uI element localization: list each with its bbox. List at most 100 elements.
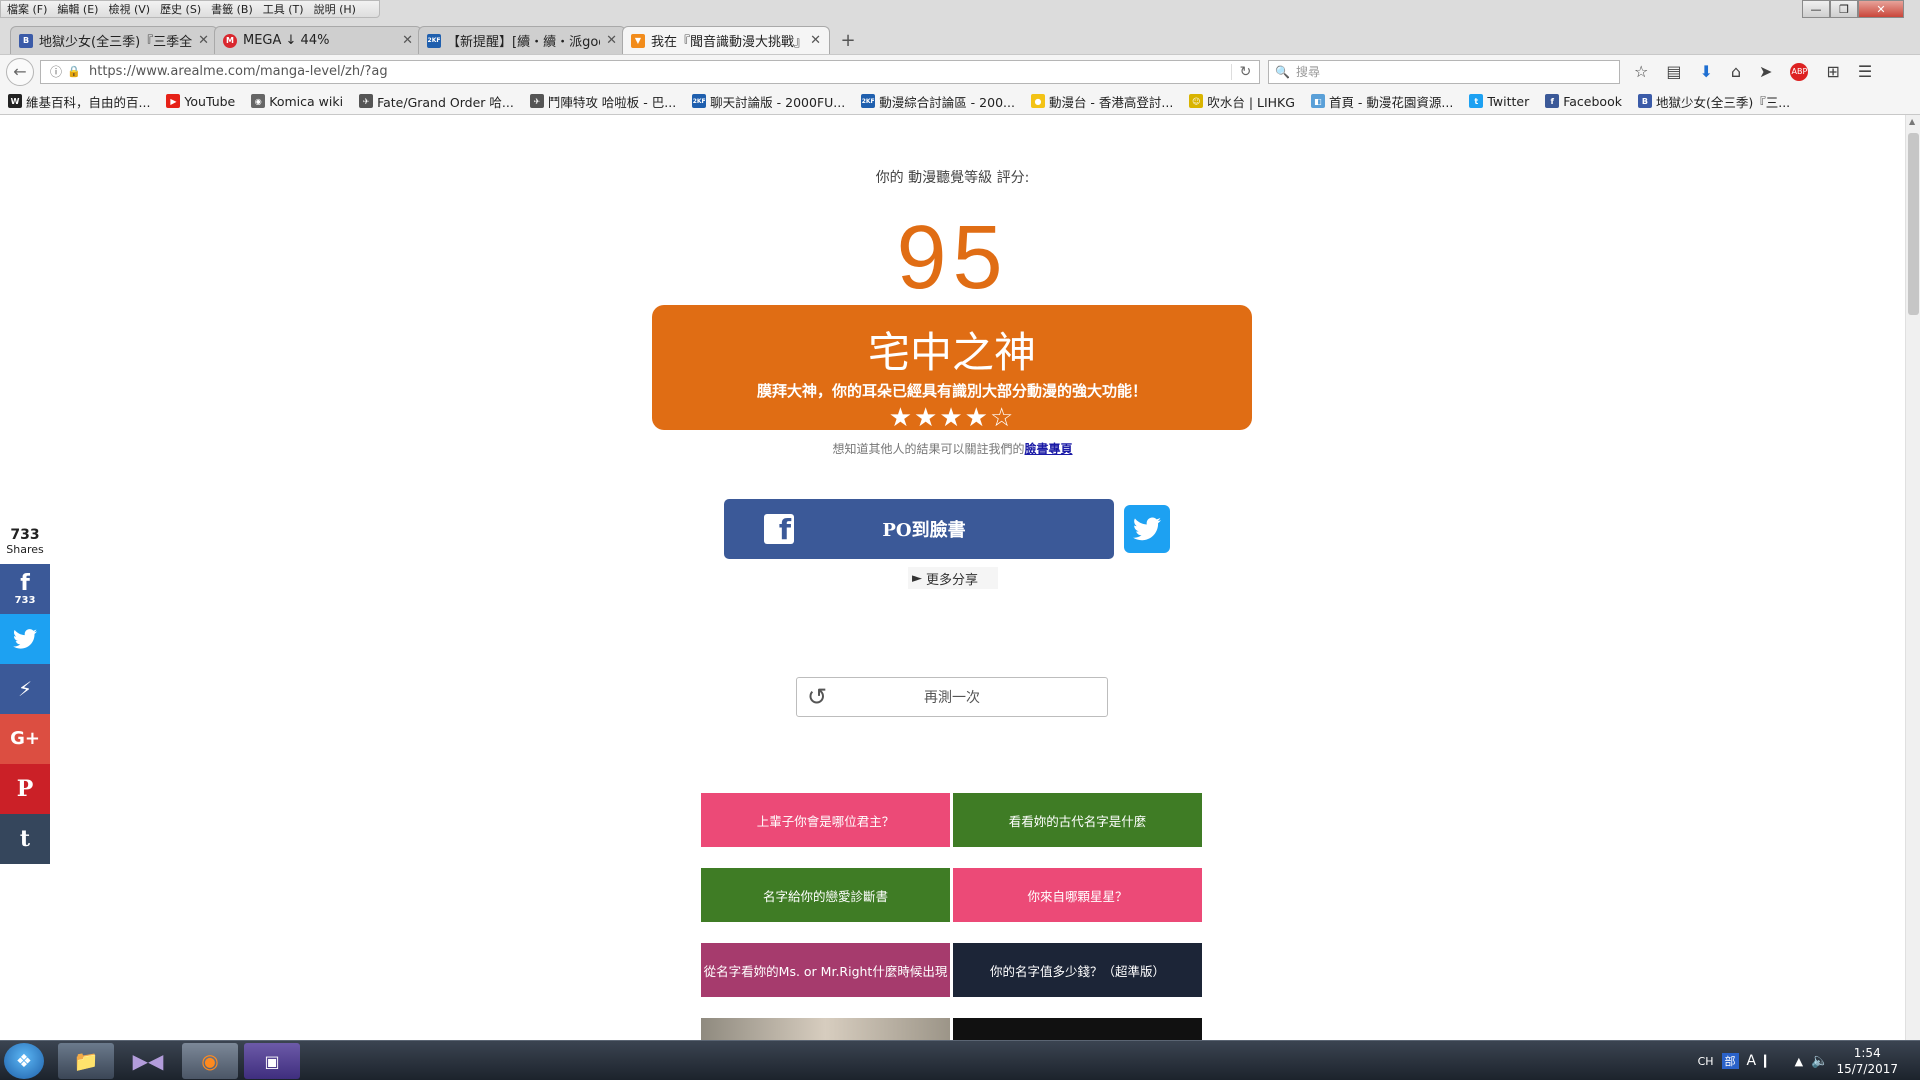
send-icon[interactable]: ➤ [1759,62,1772,81]
url-bar[interactable]: ⓘ 🔒 https://www.arealme.com/manga-level/… [40,59,1260,84]
visual-studio-icon[interactable]: ▶◀ [120,1043,176,1079]
bookmark-item[interactable]: 2KF 動漫綜合討論區 - 200... [861,92,1015,111]
rank-card: 宅中之神 膜拜大神，你的耳朵已經具有識別大部分動漫的強大功能！ ★★★★☆ [652,305,1252,433]
menu-view[interactable]: 檢視 (V) [108,1,150,17]
retry-button[interactable]: ↺ 再測一次 [796,677,1108,717]
menu-edit[interactable]: 編輯 (E) [57,1,98,17]
bookmark-item[interactable]: 2KF 聊天討論版 - 2000FU... [692,92,845,111]
sidebar-pinterest-button[interactable]: P [0,764,50,814]
bookmark-item[interactable]: ✈ Fate/Grand Order 哈... [359,92,514,111]
search-input[interactable]: 🔍 搜尋 [1268,59,1620,84]
new-tab-button[interactable]: + [834,26,862,54]
bookmark-item[interactable]: ✈ 鬥陣特攻 哈啦板 - 巴... [529,92,676,111]
bookmark-item[interactable]: B 地獄少女(全三季)『三... [1637,92,1790,111]
bookmark-item[interactable]: W 維基百科，自由的百... [8,92,150,111]
start-button[interactable]: ❖ [4,1043,44,1079]
menu-help[interactable]: 說明 (H) [314,1,356,17]
scroll-up-icon[interactable]: ▲ [1909,117,1915,126]
file-explorer-icon[interactable]: 📁 [58,1043,114,1079]
tab-close-icon[interactable]: ✕ [810,33,821,48]
bookmark-item[interactable]: ● 動漫台 - 香港高登討... [1030,92,1173,111]
menu-file[interactable]: 檔案 (F) [7,1,47,17]
ime-icon[interactable]: 部 [1721,1053,1739,1069]
rank-description: 膜拜大神，你的耳朵已經具有識別大部分動漫的強大功能！ [756,382,1147,400]
url-text[interactable]: https://www.arealme.com/manga-level/zh/?… [83,64,1231,79]
tab-close-icon[interactable]: ✕ [402,33,413,48]
browser-tab[interactable]: M MEGA ↓ 44% ✕ [214,26,422,54]
more-share-label: 更多分享 [926,572,979,588]
facebook-icon: f [764,514,794,544]
tab-close-icon[interactable]: ✕ [198,33,209,48]
bookmark-item[interactable]: ◧ 首頁 - 動漫花園資源... [1310,92,1454,111]
home-icon[interactable]: ⌂ [1731,62,1741,81]
adblock-icon[interactable]: ABP [1790,62,1809,81]
browser-tab-active[interactable]: ▼ 我在『聞音識動漫大挑戰』中 ✕ [622,26,830,54]
ime-width-icon[interactable]: ▎ [1764,1055,1772,1068]
ime-mode-icon[interactable]: A [1747,1053,1757,1069]
close-window-button[interactable]: ✕ [1858,0,1904,18]
browser-tab[interactable]: 2KF 【新提醒】[續・續・派goo ✕ [418,26,626,54]
language-indicator[interactable]: CH [1698,1055,1714,1068]
bookmark-star-icon[interactable]: ☆ [1634,62,1648,81]
volume-icon[interactable]: 🔈 [1811,1053,1828,1069]
system-tray: CH 部 A ▎ ▲ 🔈 1:54 15/7/2017 [1698,1041,1920,1081]
related-quiz-link[interactable]: 看看妳的古代名字是什麼 [953,793,1202,847]
bookmark-item[interactable]: ☺ 吹水台 | LIHKG [1189,92,1295,111]
show-hidden-icons[interactable]: ▲ [1795,1055,1803,1068]
menu-tools[interactable]: 工具 (T) [263,1,304,17]
tab-favicon-icon: M [223,33,237,48]
bookmark-label: 吹水台 | LIHKG [1207,94,1295,110]
info-icon[interactable]: ⓘ [47,63,65,80]
sidebar-messenger-button[interactable]: ⚡ [0,664,50,714]
browser-tab[interactable]: B 地獄少女(全三季)『三季全78 ✕ [10,26,218,54]
related-quiz-link[interactable]: 名字給你的戀愛診斷書 [701,868,950,922]
facebook-page-link[interactable]: 臉書專頁 [1025,442,1073,456]
firefox-icon[interactable]: ◉ [182,1043,238,1079]
related-quiz-link[interactable]: 你來自哪顆星星？ [953,868,1202,922]
bookmark-item[interactable]: ◉ Komica wiki [251,94,343,109]
related-quiz-thumbnail[interactable] [701,1018,950,1040]
twitch-icon[interactable]: ▣ [244,1043,300,1079]
sidebar-tumblr-button[interactable]: t [0,814,50,864]
page-content: 你的 動漫聽覺等級 評分: 95 宅中之神 膜拜大神，你的耳朵已經具有識別大部分… [0,115,1905,1040]
bookmark-label: 聊天討論版 - 2000FU... [710,94,846,110]
minimize-button[interactable]: — [1802,0,1830,18]
clock[interactable]: 1:54 15/7/2017 [1836,1045,1898,1077]
crop-icon[interactable]: ⊞ [1826,62,1839,81]
bookmark-label: 維基百科，自由的百... [26,94,151,110]
download-icon[interactable]: ⬇ [1699,62,1712,81]
reload-icon[interactable]: ↻ [1231,63,1259,80]
hamburger-menu-icon[interactable]: ☰ [1858,62,1872,81]
related-quiz-thumbnail[interactable] [953,1018,1202,1040]
sidebar-googleplus-button[interactable]: G+ [0,714,50,764]
bookmark-item[interactable]: t Twitter [1469,94,1529,109]
bookmark-item[interactable]: ▶ YouTube [166,94,235,109]
share-icon: ► [912,570,922,586]
facebook-count: 733 [14,594,36,606]
sidebar-twitter-button[interactable] [0,614,50,664]
related-quiz-link[interactable]: 你的名字值多少錢？（超準版） [953,943,1202,997]
reading-list-icon[interactable]: ▤ [1666,62,1681,81]
bookmark-label: 首頁 - 動漫花園資源... [1328,94,1454,110]
restore-button[interactable]: ❐ [1830,0,1858,18]
messenger-icon: ⚡ [17,677,33,701]
clock-time: 1:54 [1853,1046,1881,1060]
bookmark-item[interactable]: f Facebook [1545,94,1622,109]
bookmark-favicon-icon: W [8,94,22,108]
more-share-button[interactable]: ► 更多分享 [908,567,998,589]
page-scrollbar[interactable]: ▲ [1905,115,1920,1040]
tab-close-icon[interactable]: ✕ [606,33,617,48]
toolbar-icons: ☆ ▤ ⬇ ⌂ ➤ ABP ⊞ ☰ [1634,62,1872,81]
facebook-share-label: PO到臉書 [882,520,966,541]
related-quiz-link[interactable]: 上輩子你會是哪位君主？ [701,793,950,847]
back-arrow-icon[interactable]: ← [6,57,34,86]
score-value: 95 [896,208,1009,308]
scrollbar-thumb[interactable] [1908,133,1919,315]
facebook-share-button[interactable]: f PO到臉書 [724,499,1114,559]
search-icon: 🔍 [1275,64,1290,79]
menu-bookmarks[interactable]: 書籤 (B) [211,1,253,17]
sidebar-facebook-button[interactable]: f 733 [0,564,50,614]
twitter-share-button[interactable] [1124,505,1170,553]
related-quiz-link[interactable]: 從名字看妳的Ms. or Mr.Right什麼時候出現 [701,943,950,997]
menu-history[interactable]: 歷史 (S) [160,1,201,17]
